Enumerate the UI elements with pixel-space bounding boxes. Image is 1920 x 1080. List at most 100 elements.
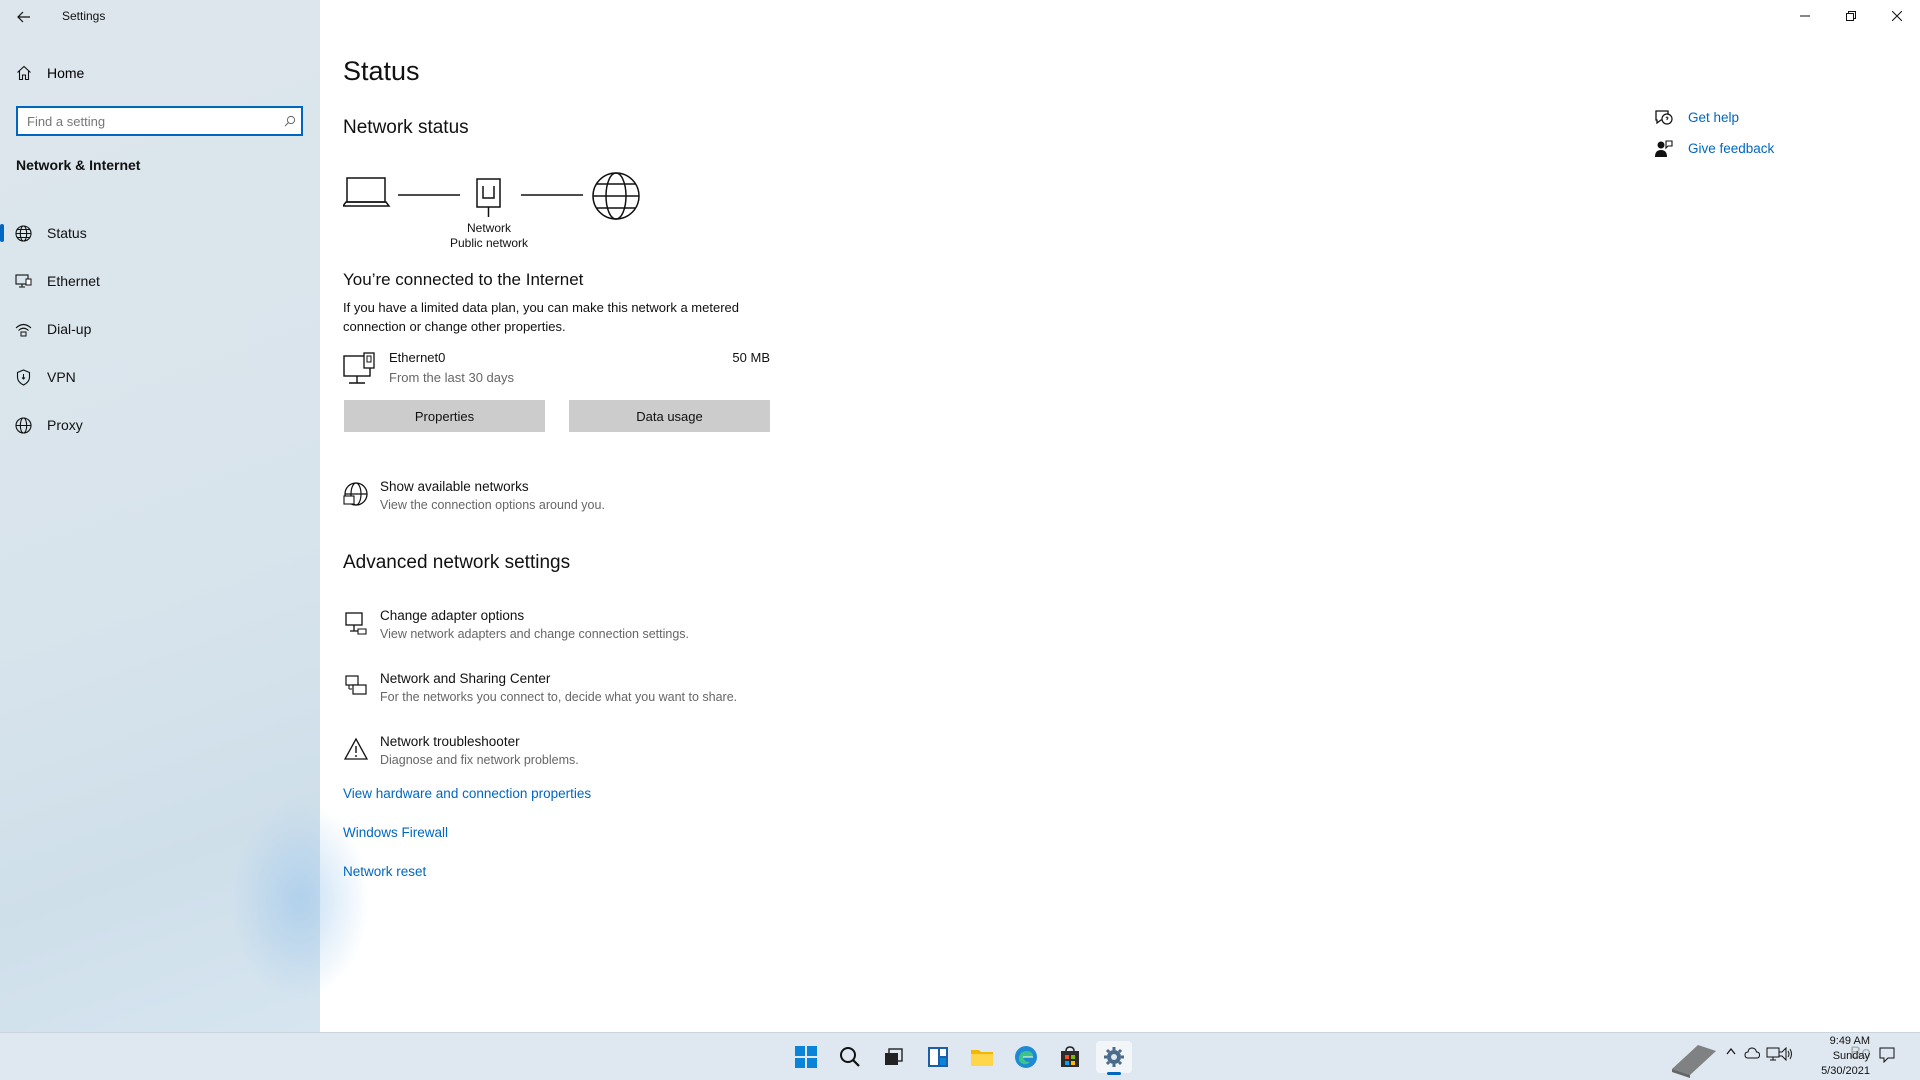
sidebar-item-label: Dial-up xyxy=(47,321,92,337)
troubleshooter-row[interactable]: Network troubleshooter Diagnose and fix … xyxy=(343,734,843,774)
change-adapter-title: Change adapter options xyxy=(380,608,525,623)
store-button[interactable] xyxy=(1052,1041,1088,1073)
adapter-usage: Ethernet0 From the last 30 days 50 MB xyxy=(343,350,770,390)
cloud-icon xyxy=(1744,1047,1760,1059)
taskbar-search-button[interactable] xyxy=(832,1041,868,1073)
sidebar-item-label: VPN xyxy=(47,369,76,385)
onedrive-tray-button[interactable] xyxy=(1742,1047,1762,1059)
taskbar: Bo xyxy=(0,1032,1920,1080)
clock-time: 9:49 AM xyxy=(1829,1035,1870,1047)
notifications-button[interactable] xyxy=(1876,1047,1898,1063)
give-feedback-link[interactable]: Give feedback xyxy=(1654,139,1854,161)
sidebar-item-label: Proxy xyxy=(47,417,83,433)
adapter-name: Ethernet0 xyxy=(389,350,446,365)
folder-icon xyxy=(971,1050,993,1066)
adapter-icon xyxy=(343,610,369,636)
back-button[interactable] xyxy=(10,4,38,30)
notification-icon xyxy=(1879,1047,1895,1063)
adapter-period: From the last 30 days xyxy=(389,370,514,385)
laptop-icon xyxy=(343,177,391,207)
sharing-center-row[interactable]: Network and Sharing Center For the netwo… xyxy=(343,671,843,711)
sidebar-item-label: Home xyxy=(47,65,85,81)
taskbar-clock[interactable]: 9:49 AM Sunday 5/30/2021 xyxy=(1790,1032,1870,1080)
back-arrow-icon xyxy=(17,11,30,23)
troubleshooter-title: Network troubleshooter xyxy=(380,734,520,749)
connection-status-title: You’re connected to the Internet xyxy=(343,270,584,289)
start-button[interactable] xyxy=(788,1041,824,1073)
sidebar: Settings Home Network & Internet Status … xyxy=(0,0,370,1032)
close-icon xyxy=(1892,11,1902,21)
change-adapter-options-row[interactable]: Change adapter options View network adap… xyxy=(343,608,843,648)
sidebar-item-dialup[interactable]: Dial-up xyxy=(0,305,320,353)
restore-button[interactable] xyxy=(1828,0,1874,32)
book-watermark-icon xyxy=(1666,1039,1722,1079)
store-icon xyxy=(1061,1046,1079,1067)
help-chat-icon xyxy=(1654,109,1674,132)
search-icon xyxy=(840,1047,860,1067)
troubleshooter-desc: Diagnose and fix network problems. xyxy=(380,753,579,767)
page-title: Status xyxy=(343,56,420,86)
minimize-button[interactable] xyxy=(1782,0,1828,32)
show-networks-row[interactable]: Show available networks View the connect… xyxy=(343,479,843,519)
settings-taskbar-button[interactable] xyxy=(1096,1041,1132,1075)
router-icon xyxy=(476,178,501,217)
adapter-data-usage: 50 MB xyxy=(732,350,770,365)
chevron-up-icon xyxy=(1726,1048,1736,1055)
sharing-center-icon xyxy=(343,673,369,699)
search-input[interactable] xyxy=(18,108,279,134)
ethernet-adapter-icon xyxy=(343,352,377,393)
data-usage-button[interactable]: Data usage xyxy=(569,400,770,432)
sidebar-item-label: Ethernet xyxy=(47,273,100,289)
file-explorer-button[interactable] xyxy=(964,1041,1000,1073)
show-hidden-icons-button[interactable] xyxy=(1722,1047,1740,1055)
network-status-heading: Network status xyxy=(343,117,469,138)
properties-button[interactable]: Properties xyxy=(344,400,545,432)
sharing-center-title: Network and Sharing Center xyxy=(380,671,551,686)
network-label: Network xyxy=(466,221,511,235)
sidebar-item-proxy[interactable]: Proxy xyxy=(0,401,320,449)
app-title: Settings xyxy=(62,9,106,23)
proxy-icon xyxy=(14,416,32,434)
get-help-label: Get help xyxy=(1688,110,1740,125)
network-reset-link[interactable]: Network reset xyxy=(343,864,426,879)
advanced-settings-heading: Advanced network settings xyxy=(343,552,571,573)
edge-browser-button[interactable] xyxy=(1008,1041,1044,1073)
dialup-icon xyxy=(14,320,32,338)
sidebar-item-status[interactable]: Status xyxy=(0,209,320,257)
sidebar-item-label: Status xyxy=(47,225,87,241)
sidebar-item-ethernet[interactable]: Ethernet xyxy=(0,257,320,305)
show-networks-title: Show available networks xyxy=(380,479,529,494)
sharing-center-desc: For the networks you connect to, decide … xyxy=(380,690,738,704)
section-header: Network & Internet xyxy=(16,157,141,173)
gear-icon xyxy=(1104,1047,1124,1067)
give-feedback-label: Give feedback xyxy=(1688,141,1775,156)
sidebar-item-home[interactable]: Home xyxy=(0,58,320,88)
widgets-icon xyxy=(928,1047,948,1067)
connection-status-desc: If you have a limited data plan, you can… xyxy=(343,300,739,334)
hardware-properties-link[interactable]: View hardware and connection properties xyxy=(343,786,591,801)
clock-date: 5/30/2021 xyxy=(1821,1065,1870,1077)
internet-globe-icon xyxy=(592,172,640,220)
task-view-button[interactable] xyxy=(875,1041,911,1073)
windows-firewall-link[interactable]: Windows Firewall xyxy=(343,825,448,840)
task-view-icon xyxy=(885,1048,903,1065)
windows-logo-icon xyxy=(795,1046,817,1068)
restore-icon xyxy=(1846,11,1856,21)
search-icon[interactable] xyxy=(279,115,301,127)
ethernet-icon xyxy=(14,272,32,290)
get-help-link[interactable]: Get help xyxy=(1654,108,1854,130)
network-globe-icon xyxy=(343,481,369,507)
globe-icon xyxy=(14,224,32,242)
sidebar-item-vpn[interactable]: VPN xyxy=(0,353,320,401)
clock-day: Sunday xyxy=(1832,1050,1870,1062)
search-box xyxy=(16,106,303,136)
feedback-icon xyxy=(1654,140,1674,163)
show-networks-desc: View the connection options around you. xyxy=(380,498,605,512)
widgets-button[interactable] xyxy=(920,1041,956,1073)
home-icon xyxy=(16,65,32,86)
change-adapter-desc: View network adapters and change connect… xyxy=(380,627,689,641)
vpn-icon xyxy=(14,368,32,386)
close-button[interactable] xyxy=(1874,0,1920,32)
edge-icon xyxy=(1015,1046,1037,1068)
network-type-label: Public network xyxy=(449,236,529,250)
